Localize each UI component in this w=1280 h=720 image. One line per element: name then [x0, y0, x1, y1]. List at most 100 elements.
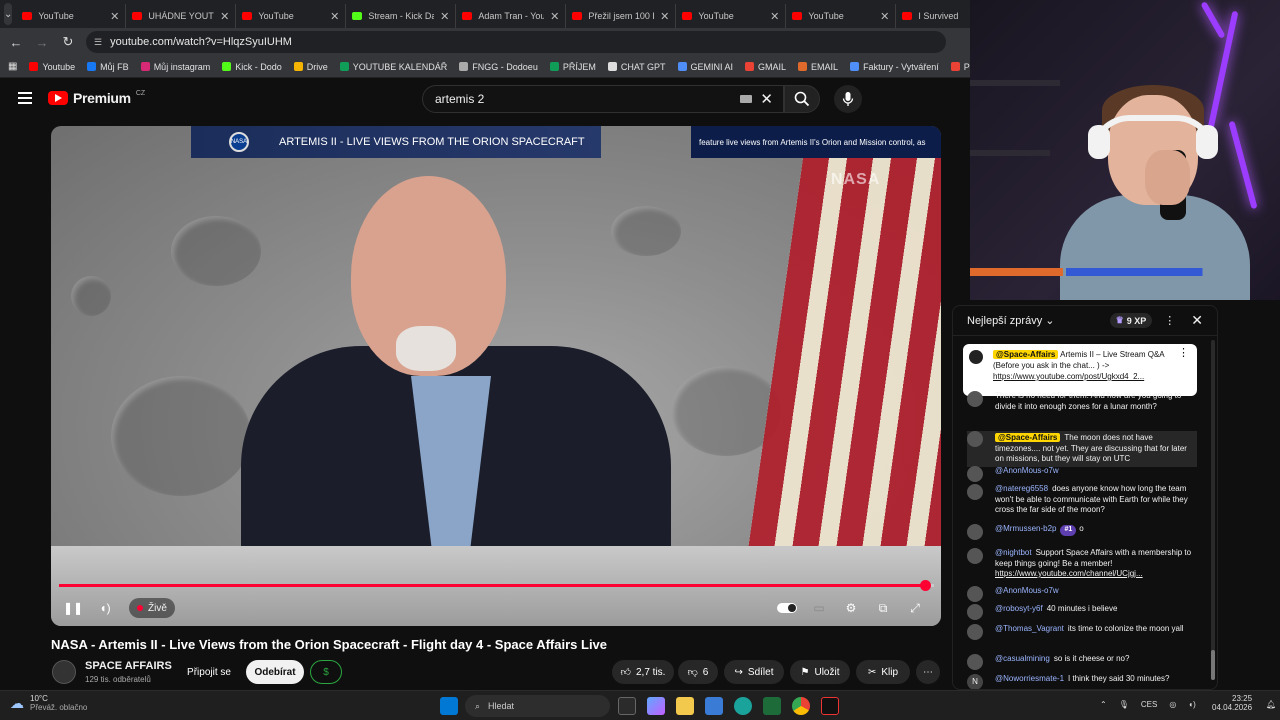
search-button[interactable]: [784, 85, 820, 113]
browser-tab[interactable]: YouTube ✕: [676, 4, 787, 28]
chat-author[interactable]: @casualmining: [995, 654, 1050, 663]
chat-author[interactable]: @Thomas_Vagrant: [995, 624, 1064, 633]
chat-author[interactable]: @Space-Affairs: [995, 433, 1061, 442]
channel-name[interactable]: SPACE AFFAIRS: [85, 660, 172, 672]
voice-search-button[interactable]: [834, 85, 862, 113]
chat-message[interactable]: @AnonMous-o7w: [967, 466, 1197, 482]
bookmark-item[interactable]: YOUTUBE KALENDÁŘ: [339, 62, 447, 72]
more-vertical-icon[interactable]: ⋮: [1164, 314, 1175, 327]
bookmark-item[interactable]: GMAIL: [745, 62, 786, 72]
tab-search-button[interactable]: ⌄: [4, 3, 13, 25]
save-button[interactable]: ⚑ Uložit: [790, 660, 850, 684]
back-icon[interactable]: ←: [8, 35, 24, 50]
settings-gear-icon[interactable]: ⚙: [841, 598, 861, 618]
notification-bell-icon[interactable]: 🔔︎: [1266, 700, 1276, 709]
pause-icon[interactable]: ❚❚: [63, 598, 83, 618]
like-button[interactable]: 👍︎ 2,7 tis.: [612, 660, 674, 684]
site-info-icon[interactable]: ☰: [94, 37, 102, 48]
chat-author[interactable]: @robosyt-y6f: [995, 604, 1043, 613]
task-view-icon[interactable]: [618, 697, 636, 715]
tab-close-icon[interactable]: ✕: [220, 10, 229, 23]
tab-close-icon[interactable]: ✕: [770, 10, 779, 23]
bookmark-item[interactable]: Můj FB: [87, 62, 129, 72]
tab-close-icon[interactable]: ✕: [880, 10, 889, 23]
chat-link[interactable]: https://www.youtube.com/channel/UCjgj...: [995, 569, 1143, 578]
language-indicator[interactable]: CES: [1141, 700, 1157, 709]
search-input[interactable]: artemis 2 ✕: [422, 85, 784, 113]
pinned-link[interactable]: https://www.youtube.com/post/Ugkxd4_2...: [993, 372, 1144, 381]
channel-avatar[interactable]: [52, 660, 76, 684]
fullscreen-icon[interactable]: ⤢: [905, 598, 925, 618]
chat-author[interactable]: @AnonMous-o7w: [995, 586, 1059, 595]
obs-app-icon[interactable]: [821, 697, 839, 715]
browser-tab[interactable]: Adam Tran - YouT ✕: [456, 4, 567, 28]
super-thanks-button[interactable]: $: [310, 660, 342, 684]
bookmark-item[interactable]: Youtube: [29, 62, 75, 72]
chat-message[interactable]: @nightbot Support Space Affairs with a me…: [967, 548, 1197, 580]
mic-tray-icon[interactable]: 🎙︎: [1119, 700, 1129, 709]
chat-scrollbar[interactable]: [1211, 340, 1215, 680]
hamburger-menu-icon[interactable]: [18, 92, 32, 104]
pinned-message[interactable]: @Space-Affairs Artemis II – Live Stream …: [963, 344, 1197, 396]
chat-message[interactable]: @robosyt-y6f 40 minutes i believe: [967, 604, 1197, 620]
tab-close-icon[interactable]: ✕: [330, 10, 339, 23]
close-chat-icon[interactable]: ✕: [1191, 312, 1203, 329]
youtube-logo[interactable]: Premium CZ: [48, 90, 145, 106]
apps-icon[interactable]: ▦: [8, 61, 17, 72]
chrome-icon[interactable]: [792, 697, 810, 715]
chat-author[interactable]: @Mrmussen-b2p: [995, 524, 1056, 533]
bookmark-item[interactable]: PNG to PDF: [950, 62, 970, 72]
subscribe-button[interactable]: Odebírat: [246, 660, 304, 684]
speaker-icon[interactable]: ◖): [1188, 700, 1196, 709]
dislike-button[interactable]: 👎︎ 6: [678, 660, 718, 684]
chat-message[interactable]: @Space-Affairs The moon does not have tim…: [967, 431, 1197, 467]
chat-message[interactable]: @casualmining so is it cheese or no?: [967, 654, 1197, 670]
live-indicator[interactable]: Živě: [129, 598, 175, 618]
forward-icon[interactable]: →: [34, 35, 50, 50]
copilot-icon[interactable]: [647, 697, 665, 715]
bookmark-item[interactable]: Můj instagram: [140, 62, 210, 72]
bookmark-item[interactable]: FNGG - Dodoeu: [459, 62, 538, 72]
chat-message[interactable]: @natereg6558 does anyone know how long th…: [967, 484, 1197, 516]
browser-tab[interactable]: Stream - Kick Das ✕: [346, 4, 457, 28]
chat-message[interactable]: @Mrmussen-b2p #1 o: [967, 524, 1197, 540]
bookmark-item[interactable]: GEMINI AI: [677, 62, 733, 72]
chat-message[interactable]: There is no need for them. And how are y…: [967, 391, 1197, 412]
browser-tab[interactable]: YouTube ✕: [786, 4, 897, 28]
chat-message[interactable]: N @Noworriesmate-1 I think they said 30 mi…: [967, 674, 1197, 689]
store-icon[interactable]: [705, 697, 723, 715]
pinned-more-icon[interactable]: ⋮: [1178, 348, 1189, 359]
bookmark-item[interactable]: Kick - Dodo: [222, 62, 282, 72]
tab-close-icon[interactable]: ✕: [660, 10, 669, 23]
chat-mode-dropdown[interactable]: Nejlepší zprávy ⌄: [967, 314, 1054, 327]
browser-tab[interactable]: Přežil jsem 100 H ✕: [566, 4, 677, 28]
keyboard-icon[interactable]: [740, 95, 753, 103]
bookmark-item[interactable]: EMAIL: [798, 62, 838, 72]
browser-tab[interactable]: YouTube ✕: [16, 4, 127, 28]
file-explorer-icon[interactable]: [676, 697, 694, 715]
share-button[interactable]: ↪ Sdílet: [724, 660, 784, 684]
url-field[interactable]: ☰ youtube.com/watch?v=HlqzSyuIUHM: [86, 31, 946, 53]
edge-icon[interactable]: [734, 697, 752, 715]
bookmark-item[interactable]: CHAT GPT: [607, 62, 666, 72]
terminal-icon[interactable]: [763, 697, 781, 715]
browser-tab[interactable]: UHÁDNE YOUTU ✕: [126, 4, 237, 28]
reload-icon[interactable]: ↻: [60, 34, 76, 50]
clear-search-icon[interactable]: ✕: [760, 90, 773, 108]
chevron-up-icon[interactable]: ⌃: [1100, 700, 1107, 709]
chat-message[interactable]: @AnonMous-o7w: [967, 586, 1197, 602]
bookmark-item[interactable]: Drive: [293, 62, 328, 72]
network-icon[interactable]: ◎: [1169, 700, 1176, 709]
video-player[interactable]: NASA NASA ARTEMIS II - LIVE VIEWS FROM T…: [51, 126, 941, 626]
windows-start-icon[interactable]: [440, 697, 458, 715]
clip-button[interactable]: ✂ Klip: [856, 660, 910, 684]
bookmark-item[interactable]: PŘÍJEM: [549, 62, 596, 72]
miniplayer-icon[interactable]: ⧉: [873, 598, 893, 618]
autoplay-toggle-icon[interactable]: [775, 598, 799, 618]
join-button[interactable]: Připojit se: [176, 660, 242, 684]
xp-badge[interactable]: ♛ 9 XP: [1109, 313, 1153, 328]
volume-icon[interactable]: ◖): [95, 598, 115, 618]
chat-author[interactable]: @natereg6558: [995, 484, 1048, 493]
chat-author[interactable]: @nightbot: [995, 548, 1032, 557]
more-actions-button[interactable]: ⋯: [916, 660, 940, 684]
